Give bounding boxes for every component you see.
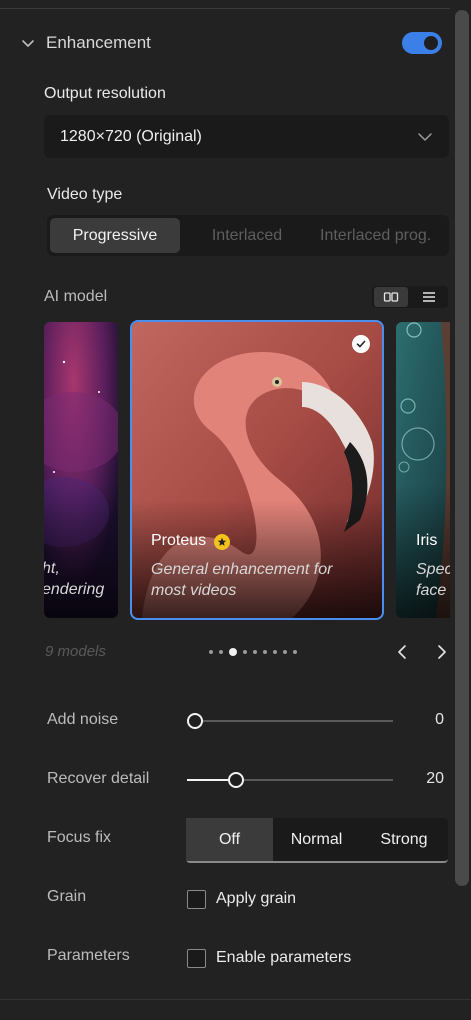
add-noise-label: Add noise xyxy=(47,711,119,728)
model-card-iris[interactable]: Iris Spec face xyxy=(396,322,450,618)
model-desc-line2: most videos xyxy=(151,582,237,599)
focus-fix-strong[interactable]: Strong xyxy=(360,818,448,861)
enhancement-toggle[interactable] xyxy=(402,32,442,54)
page-dot[interactable] xyxy=(293,650,297,654)
model-name: Proteus xyxy=(151,532,207,549)
slider-fill xyxy=(187,779,228,781)
page-dot[interactable] xyxy=(283,650,287,654)
page-dot[interactable] xyxy=(243,650,247,654)
model-desc-line1: ht, xyxy=(44,560,60,577)
model-card-prev[interactable]: ht, endering xyxy=(44,322,118,618)
toggle-knob xyxy=(424,36,438,50)
model-title-iris: Iris xyxy=(416,532,438,549)
add-noise-value: 0 xyxy=(435,711,444,728)
page-dot[interactable] xyxy=(219,650,223,654)
top-divider xyxy=(0,8,450,9)
model-desc-line1: General enhancement for xyxy=(151,561,333,578)
slider-thumb[interactable] xyxy=(187,713,203,729)
page-dot[interactable] xyxy=(209,650,213,654)
model-desc-line1: Spec xyxy=(416,561,450,578)
chevron-down-icon[interactable] xyxy=(20,35,36,51)
apply-grain-checkbox[interactable] xyxy=(187,890,206,909)
carousel-page-dots xyxy=(209,648,303,656)
bottom-divider xyxy=(0,999,471,1000)
video-type-progressive[interactable]: Progressive xyxy=(50,218,180,253)
page-dot[interactable] xyxy=(253,650,257,654)
focus-fix-off[interactable]: Off xyxy=(186,818,273,861)
model-card-proteus[interactable]: Proteus General enhancement for most vid… xyxy=(130,320,384,620)
ai-model-label: AI model xyxy=(44,288,108,305)
chevron-down-icon xyxy=(418,133,432,141)
video-type-segmented: Progressive Interlaced Interlaced prog. xyxy=(47,215,449,256)
list-view-button[interactable] xyxy=(412,287,446,307)
output-resolution-value: 1280×720 (Original) xyxy=(60,127,202,145)
chevron-left-icon[interactable] xyxy=(394,644,410,660)
slider-thumb[interactable] xyxy=(228,772,244,788)
model-view-toggle xyxy=(372,286,448,308)
video-type-label: Video type xyxy=(47,186,123,203)
recover-detail-value: 20 xyxy=(426,770,444,787)
grain-label: Grain xyxy=(47,888,87,905)
selected-check-icon xyxy=(352,335,370,353)
output-resolution-select[interactable]: 1280×720 (Original) xyxy=(44,115,449,158)
focus-fix-label: Focus fix xyxy=(47,829,112,846)
slider-track xyxy=(187,720,393,722)
list-icon xyxy=(423,292,435,302)
page-dot-active[interactable] xyxy=(229,648,237,656)
model-carousel: ht, endering xyxy=(44,320,450,620)
section-title: Enhancement xyxy=(46,33,151,52)
enable-parameters-label[interactable]: Enable parameters xyxy=(216,949,351,967)
enable-parameters-checkbox[interactable] xyxy=(187,949,206,968)
apply-grain-label[interactable]: Apply grain xyxy=(216,890,296,908)
recover-detail-slider[interactable] xyxy=(187,770,393,790)
focus-fix-segmented: Off Normal Strong xyxy=(186,818,448,863)
grid-view-button[interactable] xyxy=(374,287,408,307)
model-count: 9 models xyxy=(45,643,106,660)
grid-icon xyxy=(383,292,399,302)
focus-fix-normal[interactable]: Normal xyxy=(273,818,360,861)
page-dot[interactable] xyxy=(263,650,267,654)
model-title-proteus: Proteus xyxy=(151,532,231,550)
star-icon xyxy=(214,534,231,550)
model-desc-line2: face xyxy=(416,582,447,599)
model-desc-line2: endering xyxy=(44,581,105,598)
chevron-right-icon[interactable] xyxy=(434,644,450,660)
parameters-label: Parameters xyxy=(47,947,130,964)
video-type-interlaced[interactable]: Interlaced xyxy=(182,218,312,253)
panel-scrollbar[interactable] xyxy=(455,10,469,886)
output-resolution-label: Output resolution xyxy=(44,85,166,102)
recover-detail-label: Recover detail xyxy=(47,770,150,787)
page-dot[interactable] xyxy=(273,650,277,654)
video-type-interlaced-prog[interactable]: Interlaced prog. xyxy=(314,218,446,253)
add-noise-slider[interactable] xyxy=(187,711,393,731)
enhancement-section-header[interactable]: Enhancement xyxy=(20,30,442,56)
